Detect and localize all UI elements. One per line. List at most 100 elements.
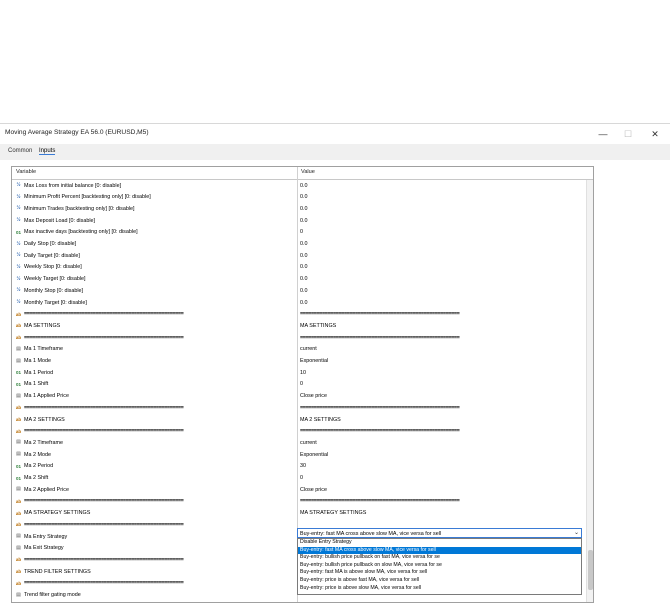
table-row[interactable]: 01 Ma 2 Shift 0 [12, 473, 586, 485]
table-row[interactable]: ▤ Ma 1 Mode Exponential [12, 356, 586, 368]
table-row[interactable]: ½ Monthly Stop [0: disable] 0.0 [12, 285, 586, 297]
vertical-scrollbar[interactable] [586, 180, 593, 602]
int-type-icon: 01 [15, 370, 21, 376]
table-row[interactable]: ▤ Ma 2 Applied Price Close price [12, 484, 586, 496]
string-type-icon: ab [15, 428, 22, 434]
row-value[interactable]: 0 [300, 381, 582, 387]
entry-strategy-value: Buy-entry: fast MA cross above slow MA, … [300, 530, 442, 537]
row-variable-name: MA SETTINGS [24, 322, 61, 329]
table-row[interactable]: ab MA STRATEGY SETTINGS MA STRATEGY SETTIN… [12, 508, 586, 520]
row-variable-name: Ma 2 Shift [24, 475, 49, 481]
dropdown-option[interactable]: Buy-entry: fast MA cross above slow MA, … [298, 546, 581, 555]
dropdown-option[interactable]: Buy-entry: bullish price pullback on fas… [298, 554, 581, 562]
row-variable-name: Daily Target [0: disable] [24, 252, 80, 259]
row-variable-name: Ma 2 Mode [24, 451, 51, 458]
row-value[interactable]: 0 [300, 475, 582, 481]
row-value[interactable]: 0.0 [300, 288, 582, 294]
enum-type-icon: ▤ [16, 486, 21, 493]
row-value[interactable]: MA SETTINGS [300, 323, 582, 329]
table-row[interactable]: ½ Minimum Profit Percent [backtesting onl… [12, 192, 586, 204]
table-row[interactable]: ab ======================================… [12, 426, 586, 438]
column-header-variable[interactable]: Variable [16, 169, 36, 175]
dropdown-option[interactable]: Disable Entry Strategy [298, 539, 581, 547]
row-value[interactable]: MA STRATEGY SETTINGS [300, 510, 582, 516]
table-row[interactable]: 01 Max inactive days [backtesting only] [… [12, 227, 586, 239]
close-button[interactable]: ✕ [646, 126, 664, 142]
row-variable-name: Max Loss from initial balance [0: disabl… [24, 182, 122, 189]
row-value[interactable]: ========================================… [300, 405, 582, 411]
entry-strategy-select[interactable]: Buy-entry: fast MA cross above slow MA, … [297, 528, 582, 538]
row-value[interactable]: 0.0 [300, 253, 582, 259]
row-value[interactable]: ========================================… [300, 498, 582, 504]
row-value[interactable]: 0.0 [300, 183, 582, 189]
table-row[interactable]: ▤ Ma 1 Applied Price Close price [12, 391, 586, 403]
table-row[interactable]: ab MA 2 SETTINGS MA 2 SETTINGS [12, 414, 586, 426]
row-value[interactable]: Close price [300, 393, 582, 399]
row-variable-name: MA 2 SETTINGS [24, 416, 65, 423]
table-row[interactable]: ab ======================================… [12, 402, 586, 414]
row-value[interactable]: 30 [300, 463, 582, 469]
enum-type-icon: ▤ [16, 345, 21, 352]
row-value[interactable]: 0.0 [300, 218, 582, 224]
row-value[interactable]: 10 [300, 370, 582, 376]
table-row[interactable]: ½ Minimum Trades [backtesting only] [0: d… [12, 203, 586, 215]
table-row[interactable]: 01 Ma 1 Period 10 [12, 367, 586, 379]
double-type-icon: ½ [16, 287, 21, 294]
table-row[interactable]: ab ======================================… [12, 496, 586, 508]
tab-inputs[interactable]: Inputs [39, 148, 56, 155]
dropdown-option[interactable]: Buy-entry: bullish price pullback on slo… [298, 562, 581, 570]
dropdown-option[interactable]: Buy-entry: price is above slow MA, vice … [298, 585, 581, 593]
enum-type-icon: ▤ [16, 533, 21, 539]
table-row[interactable]: ½ Monthly Target [0: disable] 0.0 [12, 297, 586, 309]
string-type-icon: ab [15, 323, 22, 329]
table-row[interactable]: ½ Max Deposit Load [0: disable] 0.0 [12, 215, 586, 227]
row-value[interactable]: ========================================… [300, 311, 582, 317]
string-type-icon: ab [15, 510, 22, 516]
row-value[interactable]: 0.0 [300, 206, 582, 212]
table-row[interactable]: ▤ Ma 2 Timeframe current [12, 437, 586, 449]
row-variable-name: Weekly Stop [0: disable] [24, 264, 82, 271]
row-value[interactable]: 0.0 [300, 264, 582, 270]
table-row[interactable]: ½ Daily Stop [0: disable] 0.0 [12, 239, 586, 251]
dropdown-option[interactable]: Buy-entry: price is above fast MA, vice … [298, 577, 581, 585]
table-row[interactable]: ▤ Ma 2 Mode Exponential [12, 449, 586, 461]
table-row[interactable]: ab ======================================… [12, 309, 586, 321]
scrollbar-thumb[interactable] [588, 550, 593, 590]
tab-common[interactable]: Common [8, 148, 32, 154]
row-value[interactable]: current [300, 440, 582, 446]
row-value[interactable]: 0.0 [300, 241, 582, 247]
row-value[interactable]: Close price [300, 487, 582, 493]
row-variable-name: ========================================… [24, 556, 184, 563]
row-variable-name: ========================================… [24, 580, 184, 587]
table-row[interactable]: ½ Weekly Stop [0: disable] 0.0 [12, 262, 586, 274]
minimize-button[interactable]: — [594, 126, 612, 142]
row-value[interactable]: 0 [300, 229, 582, 235]
row-variable-name: ========================================… [24, 498, 184, 505]
dropdown-option[interactable]: Buy-entry: fast MA is above slow MA, vic… [298, 569, 581, 577]
row-variable-name: Ma 1 Mode [24, 358, 51, 364]
row-value[interactable]: 0.0 [300, 194, 582, 200]
row-value[interactable]: MA 2 SETTINGS [300, 417, 582, 423]
table-row[interactable]: 01 Ma 1 Shift 0 [12, 379, 586, 391]
table-row[interactable]: ▤ Ma 1 Timeframe current [12, 344, 586, 356]
row-value[interactable]: 0.0 [300, 276, 582, 282]
table-row[interactable]: ½ Daily Target [0: disable] 0.0 [12, 250, 586, 262]
table-row[interactable]: ab ======================================… [12, 332, 586, 344]
row-value[interactable]: 0.0 [300, 300, 582, 306]
row-value[interactable]: Exponential [300, 452, 582, 458]
window-title: Moving Average Strategy EA 56.0 (EURUSD,… [5, 129, 149, 136]
row-value[interactable]: ========================================… [300, 428, 582, 434]
table-row[interactable]: 01 Ma 2 Period 30 [12, 461, 586, 473]
row-value[interactable]: Exponential [300, 358, 582, 364]
row-value[interactable]: current [300, 346, 582, 352]
maximize-button[interactable]: ☐ [619, 126, 637, 142]
int-type-icon: 01 [15, 229, 21, 235]
table-header: Variable Value [12, 167, 593, 180]
row-value[interactable]: ========================================… [300, 335, 582, 341]
table-row[interactable]: ½ Max Loss from initial balance [0: disab… [12, 180, 586, 192]
column-header-value[interactable]: Value [301, 169, 315, 175]
string-type-icon: ab [15, 557, 22, 563]
chevron-down-icon[interactable]: ⌄ [574, 529, 579, 536]
table-row[interactable]: ab MA SETTINGS MA SETTINGS [12, 320, 586, 332]
table-row[interactable]: ½ Weekly Target [0: disable] 0.0 [12, 274, 586, 286]
